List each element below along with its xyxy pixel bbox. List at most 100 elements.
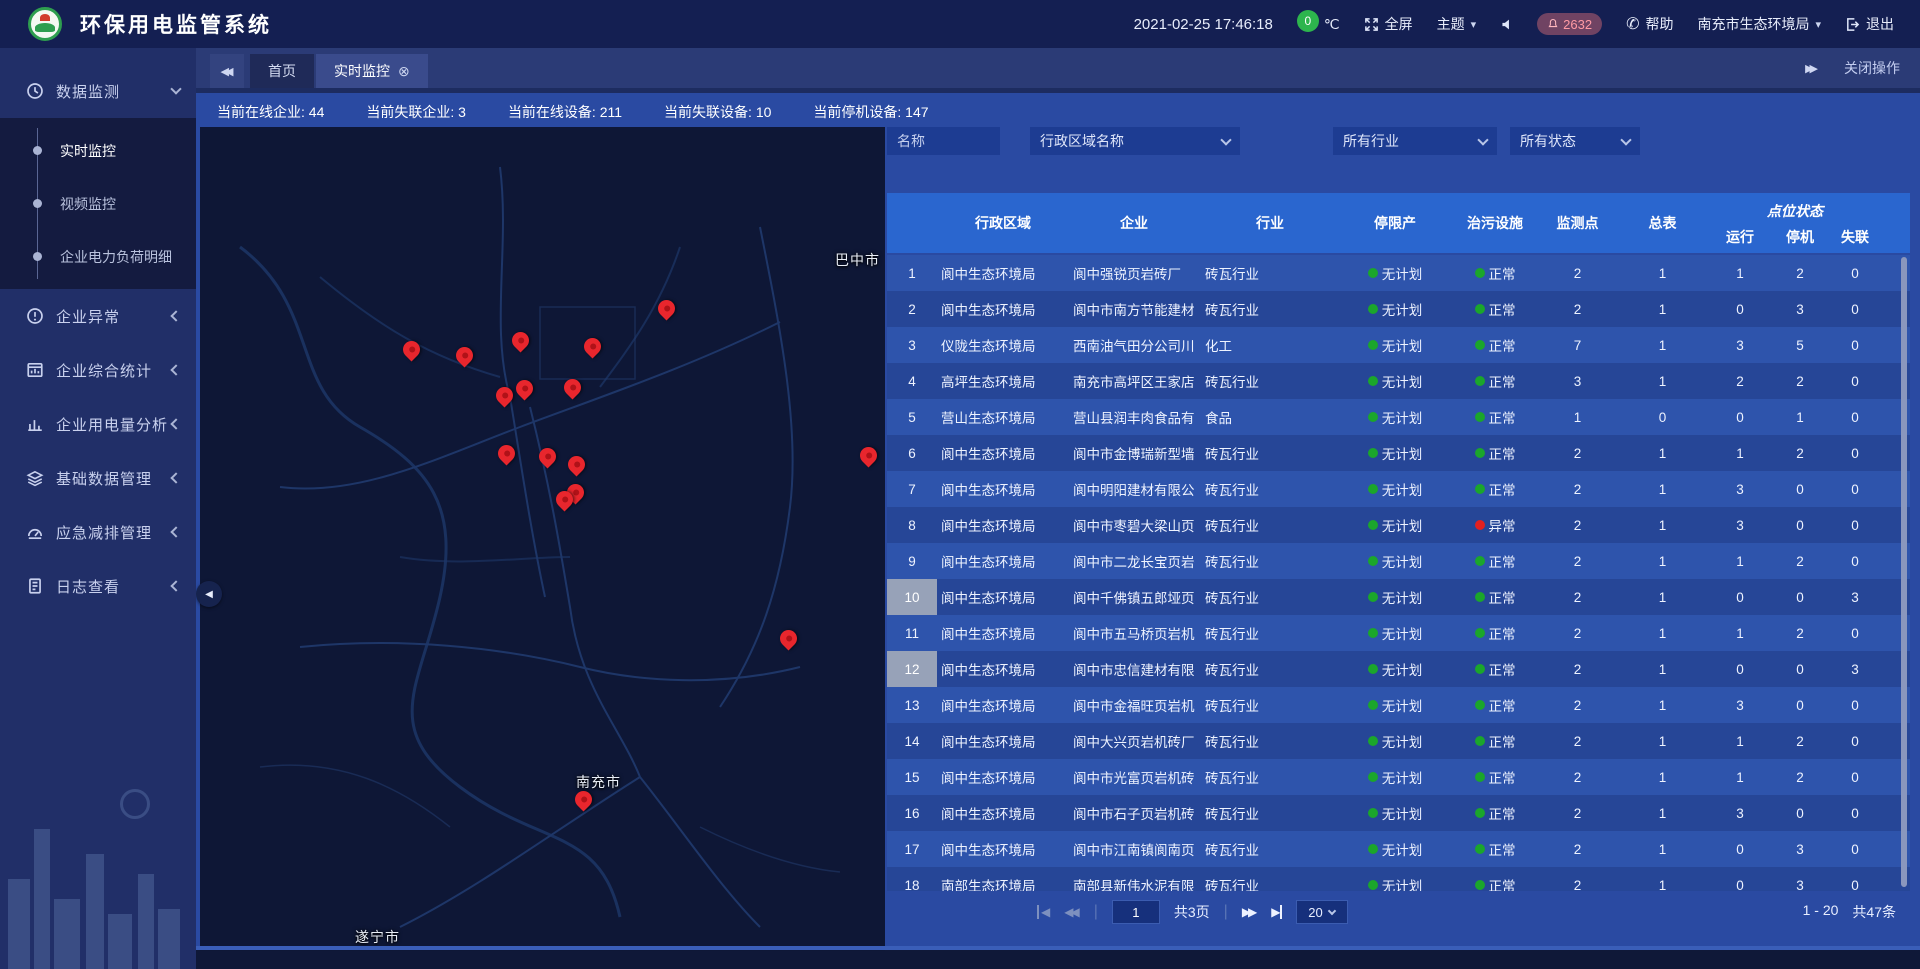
sidebar-subitem-企业电力负荷明细[interactable]: 企业电力负荷明细 [0, 230, 196, 283]
table-body: 1阆中生态环境局阆中强锐页岩砖厂砖瓦行业无计划正常211202阆中生态环境局阆中… [887, 255, 1910, 891]
sidebar-item-基础数据管理[interactable]: 基础数据管理 [0, 451, 196, 505]
logout-button[interactable]: 退出 [1845, 14, 1894, 34]
status-dot-icon [1475, 412, 1485, 422]
status-dot-icon [1475, 772, 1485, 782]
cell-running: 1 [1705, 435, 1775, 471]
phone-icon: ✆ [1626, 14, 1639, 34]
close-operations-button[interactable]: 关闭操作 [1844, 58, 1900, 78]
total-pages-label: 共3页 [1174, 902, 1210, 922]
table-row[interactable]: 4高坪生态环境局南充市高坪区王家店建砖瓦行业无计划正常31220 [887, 363, 1910, 399]
first-page-button[interactable]: ◀ [1037, 905, 1050, 919]
table-row[interactable]: 15阆中生态环境局阆中市光富页岩机砖厂砖瓦行业无计划正常21120 [887, 759, 1910, 795]
fullscreen-button[interactable]: 全屏 [1364, 14, 1413, 34]
cell-industry: 砖瓦行业 [1195, 615, 1335, 651]
cell-monitor-points: 2 [1535, 615, 1620, 651]
region-select[interactable]: 行政区域名称 [1030, 127, 1240, 155]
stat-item: 当前失联企业: 3 [366, 102, 466, 122]
status-dot-icon [1475, 880, 1485, 890]
cell-company: 阆中强锐页岩砖厂 [1065, 255, 1195, 291]
tab-close-icon[interactable]: ⊗ [398, 63, 410, 80]
cell-running: 3 [1705, 507, 1775, 543]
name-search-input-box [887, 127, 1000, 155]
sidebar-item-应急减排管理[interactable]: 应急减排管理 [0, 505, 196, 559]
cell-stopped: 0 [1775, 795, 1825, 831]
sidebar-item-label: 日志查看 [56, 576, 172, 597]
table-row[interactable]: 5营山生态环境局营山县润丰肉食品有限食品无计划正常10010 [887, 399, 1910, 435]
cell-region: 阆中生态环境局 [937, 723, 1065, 759]
tab-bar: ◀◀ 首页 实时监控 ⊗ ▶▶ 关闭操作 [196, 48, 1920, 88]
tabs-scroll-right-button[interactable]: ▶▶ [1805, 62, 1818, 75]
cell-industry: 砖瓦行业 [1195, 291, 1335, 327]
theme-dropdown[interactable]: 主题 ▾ [1437, 14, 1477, 34]
table-row[interactable]: 11阆中生态环境局阆中市五马桥页岩机砖砖瓦行业无计划正常21120 [887, 615, 1910, 651]
cell-industry: 砖瓦行业 [1195, 543, 1335, 579]
cell-company: 阆中市忠信建材有限公 [1065, 651, 1195, 687]
cell-lost: 0 [1825, 759, 1885, 795]
name-search-input[interactable] [887, 127, 1000, 155]
industry-select[interactable]: 所有行业 [1333, 127, 1497, 155]
table-row[interactable]: 16阆中生态环境局阆中市石子页岩机砖厂砖瓦行业无计划正常21300 [887, 795, 1910, 831]
sidebar-item-日志查看[interactable]: 日志查看 [0, 559, 196, 613]
tab-realtime-monitor[interactable]: 实时监控 ⊗ [316, 54, 428, 88]
sidebar-item-label: 企业异常 [56, 306, 172, 327]
notification-badge[interactable]: 2632 [1537, 13, 1602, 35]
sidebar-subitem-实时监控[interactable]: 实时监控 [0, 124, 196, 177]
stat-item: 当前在线设备: 211 [508, 102, 622, 122]
table-row[interactable]: 12阆中生态环境局阆中市忠信建材有限公砖瓦行业无计划正常21003 [887, 651, 1910, 687]
sound-mute-button[interactable] [1500, 18, 1513, 31]
status-select[interactable]: 所有状态 [1510, 127, 1640, 155]
last-page-button[interactable]: ▶ [1271, 905, 1281, 919]
cell-monitor-points: 2 [1535, 471, 1620, 507]
table-row[interactable]: 8阆中生态环境局阆中市枣碧大梁山页岩砖瓦行业无计划异常21300 [887, 507, 1910, 543]
table-row[interactable]: 1阆中生态环境局阆中强锐页岩砖厂砖瓦行业无计划正常21120 [887, 255, 1910, 291]
page-size-select[interactable]: 20 [1296, 900, 1348, 924]
gis-map[interactable]: 巴中市南充市遂宁市 [200, 127, 885, 951]
cell-total-meters: 1 [1620, 759, 1705, 795]
sidebar-item-企业异常[interactable]: 企业异常 [0, 289, 196, 343]
tabs-scroll-left-button[interactable]: ◀◀ [210, 54, 244, 88]
table-row[interactable]: 10阆中生态环境局阆中千佛镇五郎垭页岩砖瓦行业无计划正常21003 [887, 579, 1910, 615]
cell-region: 高坪生态环境局 [937, 363, 1065, 399]
stat-item: 当前在线企业: 44 [217, 102, 324, 122]
cell-running: 0 [1705, 291, 1775, 327]
help-button[interactable]: ✆ 帮助 [1626, 14, 1673, 34]
chevron-left-icon [170, 310, 181, 321]
status-dot-icon [1475, 520, 1485, 530]
table-row[interactable]: 14阆中生态环境局阆中大兴页岩机砖厂砖瓦行业无计划正常21120 [887, 723, 1910, 759]
next-page-button[interactable]: ▶▶ [1242, 905, 1257, 919]
sidebar-item-企业综合统计[interactable]: 企业综合统计 [0, 343, 196, 397]
cell-facility-status: 正常 [1455, 255, 1535, 291]
org-dropdown[interactable]: 南充市生态环境局 ▾ [1697, 14, 1821, 34]
table-row[interactable]: 7阆中生态环境局阆中明阳建材有限公司砖瓦行业无计划正常21300 [887, 471, 1910, 507]
status-dot-icon [1475, 628, 1485, 638]
table-row[interactable]: 2阆中生态环境局阆中市南方节能建材有砖瓦行业无计划正常21030 [887, 291, 1910, 327]
table-row[interactable]: 3仪陇生态环境局西南油气田分公司川中化工无计划正常71350 [887, 327, 1910, 363]
cell-total-meters: 1 [1620, 579, 1705, 615]
cell-lost: 0 [1825, 867, 1885, 891]
table-scrollbar[interactable] [1901, 257, 1907, 887]
tab-home[interactable]: 首页 [250, 54, 314, 88]
cell-monitor-points: 2 [1535, 867, 1620, 891]
prev-page-button[interactable]: ◀◀ [1064, 905, 1079, 919]
map-collapse-button[interactable]: ◀ [196, 581, 222, 607]
cell-monitor-points: 2 [1535, 795, 1620, 831]
sidebar: 数据监测实时监控视频监控企业电力负荷明细企业异常企业综合统计企业用电量分析基础数… [0, 48, 196, 969]
cell-industry: 砖瓦行业 [1195, 687, 1335, 723]
table-row[interactable]: 9阆中生态环境局阆中市二龙长宝页岩砖砖瓦行业无计划正常21120 [887, 543, 1910, 579]
cell-industry: 砖瓦行业 [1195, 759, 1335, 795]
sidebar-item-企业用电量分析[interactable]: 企业用电量分析 [0, 397, 196, 451]
cell-industry: 砖瓦行业 [1195, 255, 1335, 291]
table-row[interactable]: 18南部生态环境局南部县新伟水泥有限公砖瓦行业无计划正常21030 [887, 867, 1910, 891]
cell-limit-status: 无计划 [1335, 579, 1455, 615]
cell-running: 1 [1705, 759, 1775, 795]
bullet-dot-icon [33, 146, 42, 155]
sidebar-skyline-decoration [0, 729, 196, 969]
cell-industry: 砖瓦行业 [1195, 867, 1335, 891]
sidebar-item-数据监测[interactable]: 数据监测 [0, 64, 196, 118]
table-row[interactable]: 13阆中生态环境局阆中市金福旺页岩机砖砖瓦行业无计划正常21300 [887, 687, 1910, 723]
table-row[interactable]: 17阆中生态环境局阆中市江南镇阆南页岩砖瓦行业无计划正常21030 [887, 831, 1910, 867]
table-row[interactable]: 6阆中生态环境局阆中市金博瑞新型墙材砖瓦行业无计划正常21120 [887, 435, 1910, 471]
page-number-input[interactable] [1112, 900, 1160, 924]
cell-index: 16 [887, 795, 937, 831]
sidebar-subitem-视频监控[interactable]: 视频监控 [0, 177, 196, 230]
